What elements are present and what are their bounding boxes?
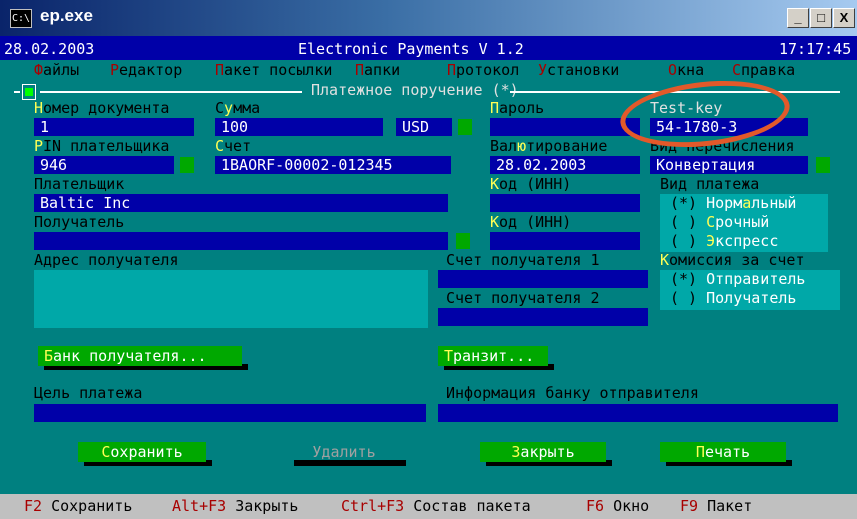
fkey-packet-contents[interactable]: Ctrl+F3 Состав пакета	[341, 497, 531, 515]
valuation-field[interactable]: 28.02.2003	[490, 156, 640, 174]
close-window-button[interactable]: X	[833, 8, 855, 28]
valuation-label: Валютирование	[490, 137, 608, 155]
pin-label: PIN плательщика	[34, 137, 170, 155]
menu-editor[interactable]: Редактор	[110, 61, 182, 79]
password-label: Пароль	[490, 99, 545, 117]
recipient-account1-field[interactable]	[438, 270, 648, 288]
amount-field[interactable]: 100	[215, 118, 383, 136]
window-titlebar[interactable]	[0, 0, 857, 36]
amount-label: Сумма	[215, 99, 261, 117]
payment-type-express[interactable]: ( ) Экспресс	[670, 232, 778, 250]
status-time: 17:17:45	[779, 40, 852, 58]
menu-protocol[interactable]: Протокол	[447, 61, 519, 79]
transfer-type-dropdown-icon[interactable]	[816, 157, 830, 173]
menu-files[interactable]: Файлы	[34, 61, 79, 79]
recipient-label: Получатель	[34, 213, 125, 231]
payer-field[interactable]: Baltic Inc	[34, 194, 448, 212]
close-button[interactable]: Закрыть	[480, 442, 606, 462]
doc-number-label: Номер документа	[34, 99, 170, 117]
minimize-button[interactable]: _	[787, 8, 809, 28]
recipient-inn-label: Код (ИНН)	[490, 213, 572, 231]
fkey-close[interactable]: Alt+F3 Закрыть	[172, 497, 298, 515]
payer-inn-field[interactable]	[490, 194, 640, 212]
transfer-type-field[interactable]: Конвертация	[650, 156, 808, 174]
purpose-field[interactable]	[34, 404, 426, 422]
password-field[interactable]	[490, 118, 640, 136]
bank-recipient-button[interactable]: Банк получателя...	[38, 346, 242, 366]
menu-folders[interactable]: Папки	[355, 61, 400, 79]
menu-settings[interactable]: Установки	[538, 61, 619, 79]
save-button[interactable]: Сохранить	[78, 442, 206, 462]
frame-line	[40, 91, 302, 93]
recipient-account2-field[interactable]	[438, 308, 648, 326]
recipient-address-label: Адрес получателя	[34, 251, 179, 269]
delete-button[interactable]: Удалить	[288, 442, 400, 462]
pin-dropdown-icon[interactable]	[180, 157, 194, 173]
menu-help[interactable]: Справка	[732, 61, 795, 79]
frame-line-left	[14, 91, 20, 93]
account-field[interactable]: 1BAORF-00002-012345	[215, 156, 451, 174]
fkey-window[interactable]: F6 Окно	[586, 497, 649, 515]
window-close-box[interactable]	[22, 84, 36, 100]
account-label: Счет	[215, 137, 252, 155]
recipient-address-field[interactable]	[34, 270, 428, 328]
close-box-icon	[25, 88, 33, 96]
currency-dropdown-icon[interactable]	[458, 119, 472, 135]
app-title: Electronic Payments V 1.2	[298, 40, 524, 58]
menu-windows[interactable]: Окна	[668, 61, 704, 79]
payment-type-normal[interactable]: (*) Нормальный	[670, 194, 796, 212]
status-date: 28.02.2003	[4, 40, 95, 58]
app-icon[interactable]: C:\	[10, 9, 32, 28]
print-button[interactable]: Печать	[660, 442, 786, 462]
payer-inn-label: Код (ИНН)	[490, 175, 572, 193]
fkey-save[interactable]: F2 Сохранить	[24, 497, 132, 515]
commission-sender[interactable]: (*) Отправитель	[670, 270, 805, 288]
recipient-field[interactable]	[34, 232, 448, 250]
purpose-label: Цель платежа	[34, 384, 143, 402]
form-title: Платежное поручение (*)	[311, 81, 519, 99]
recipient-dropdown-icon[interactable]	[456, 233, 470, 249]
pin-field[interactable]: 946	[34, 156, 174, 174]
fkey-packet[interactable]: F9 Пакет	[680, 497, 752, 515]
payment-type-urgent[interactable]: ( ) Срочный	[670, 213, 769, 231]
recipient-account1-label: Счет получателя 1	[446, 251, 600, 269]
bank-info-label: Информация банку отправителя	[446, 384, 699, 402]
payment-type-label: Вид платежа	[660, 175, 760, 193]
currency-field[interactable]: USD	[396, 118, 452, 136]
doc-number-field[interactable]: 1	[34, 118, 194, 136]
bank-info-field[interactable]	[438, 404, 838, 422]
recipient-inn-field[interactable]	[490, 232, 640, 250]
payer-label: Плательщик	[34, 175, 125, 193]
menu-packet[interactable]: Пакет посылки	[215, 61, 332, 79]
commission-label: Комиссия за счет	[660, 251, 805, 269]
recipient-account2-label: Счет получателя 2	[446, 289, 600, 307]
transit-button[interactable]: Транзит...	[438, 346, 548, 366]
maximize-button[interactable]: □	[810, 8, 832, 28]
commission-recipient[interactable]: ( ) Получатель	[670, 289, 796, 307]
window-title: ep.exe	[40, 6, 93, 25]
